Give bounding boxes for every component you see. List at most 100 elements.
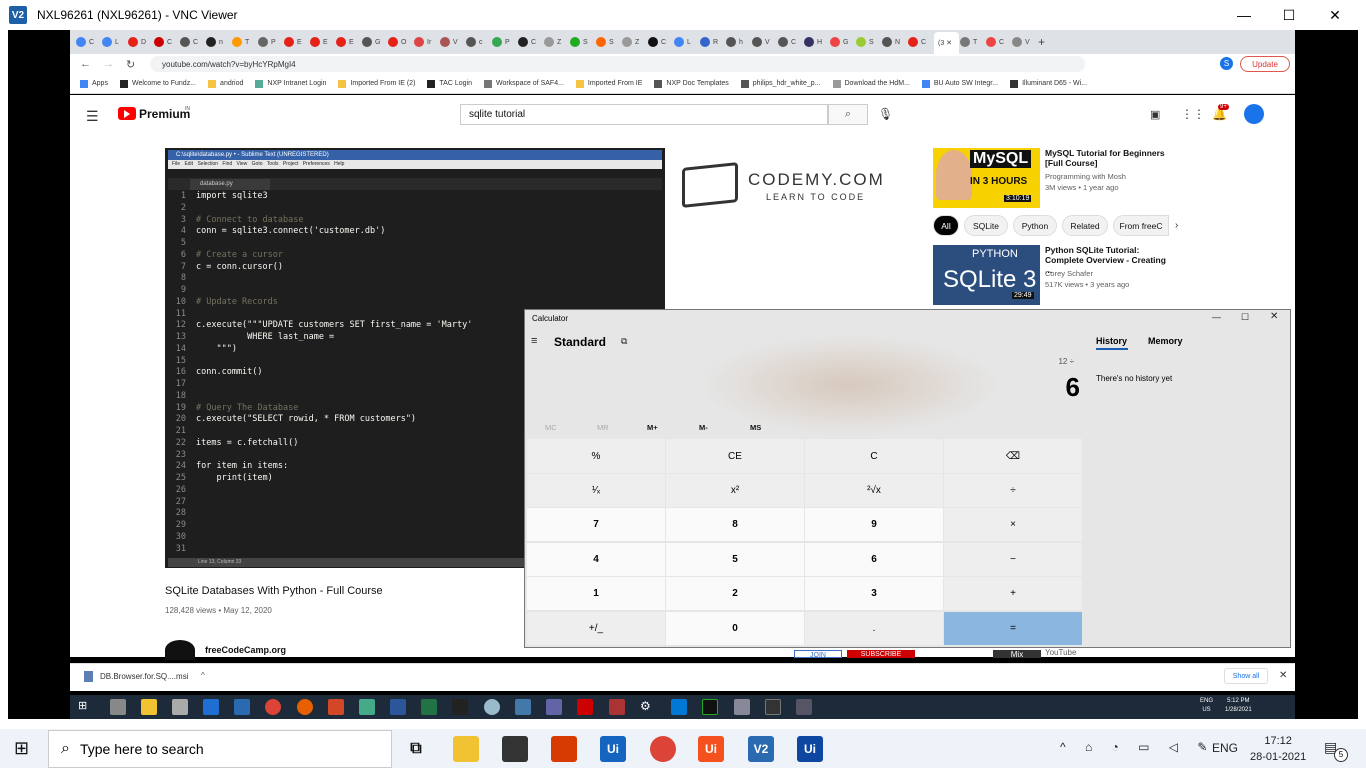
uipath-icon[interactable]: Ui [600, 736, 626, 762]
bookmark-item[interactable]: andriod [208, 79, 243, 88]
calc-key[interactable]: = [944, 612, 1082, 645]
browser-tab[interactable]: V [440, 33, 465, 51]
update-button[interactable]: Update [1240, 56, 1290, 72]
download-filename[interactable]: DB.Browser.for.SQ....msi [100, 672, 188, 681]
host-clock[interactable]: 17:12 28-01-2021 [1250, 733, 1306, 765]
acrobat-icon[interactable] [577, 699, 593, 715]
bookmark-item[interactable]: Imported From IE [575, 79, 642, 88]
browser-tab[interactable]: E [336, 33, 361, 51]
browser-tab[interactable]: G [830, 33, 855, 51]
browser-tab[interactable]: D [128, 33, 153, 51]
calc-key[interactable]: + [944, 577, 1082, 610]
new-tab-button[interactable]: + [1038, 33, 1063, 51]
browser-tab[interactable]: c [466, 33, 491, 51]
history-tab[interactable]: History [1096, 336, 1127, 346]
calc-minimize-button[interactable]: — [1212, 312, 1221, 322]
create-video-icon[interactable]: ▣ [1150, 108, 1160, 121]
browser-tab[interactable]: O [388, 33, 413, 51]
chip-all[interactable]: All [933, 215, 959, 236]
calc-key[interactable]: − [944, 543, 1082, 576]
ms-button[interactable]: MS [750, 423, 761, 432]
search-button[interactable]: ⌕ [828, 104, 868, 125]
bookmark-item[interactable]: Apps [80, 79, 108, 88]
channel-name[interactable]: freeCodeCamp.org [205, 645, 286, 655]
back-icon[interactable]: ← [80, 58, 91, 70]
browser-tab[interactable]: E [310, 33, 335, 51]
mic-icon[interactable]: 🎙 [878, 107, 893, 121]
system-tray[interactable]: ^ ⌂ ◔ ▭ ◁ ✎ [1060, 740, 1215, 754]
browser-tab[interactable]: C [180, 33, 205, 51]
office-icon[interactable] [551, 736, 577, 762]
calc-key[interactable]: . [805, 612, 943, 645]
app-icon[interactable] [515, 699, 531, 715]
teams-icon[interactable] [546, 699, 562, 715]
gear-icon[interactable]: ⚙ [640, 699, 656, 715]
browser-tab[interactable]: N [882, 33, 907, 51]
calc-key[interactable]: 4 [527, 543, 665, 576]
subscribe-button[interactable]: SUBSCRIBE [847, 650, 915, 658]
chip-related[interactable]: Related [1062, 215, 1108, 236]
browser-tab[interactable]: Z [622, 33, 647, 51]
taskbar-search[interactable]: ⌕ Type here to search [48, 730, 392, 768]
m-minus-button[interactable]: M- [699, 423, 708, 432]
browser-tab[interactable]: P [258, 33, 283, 51]
vnc-viewer-icon[interactable]: V2 [748, 736, 774, 762]
vnc-icon[interactable] [234, 699, 250, 715]
bookmark-item[interactable]: philips_hdr_white_p... [740, 79, 821, 88]
account-avatar[interactable] [1244, 104, 1264, 124]
task-view-icon[interactable] [110, 699, 126, 715]
explorer-icon[interactable] [141, 699, 157, 715]
calc-key[interactable]: CE [666, 439, 804, 473]
calc-key[interactable]: % [527, 439, 665, 473]
app-icon[interactable] [765, 699, 781, 715]
browser-tab[interactable]: C [986, 33, 1011, 51]
browser-tab[interactable]: h [726, 33, 751, 51]
browser-tab[interactable]: n [206, 33, 231, 51]
task-view-icon[interactable]: ⧉ [403, 736, 429, 762]
keep-on-top-icon[interactable]: ⧉ [621, 336, 627, 347]
browser-tab[interactable]: S [856, 33, 881, 51]
file-explorer-icon[interactable] [453, 736, 479, 762]
menu-icon[interactable]: ☰ [86, 108, 99, 125]
chrome-icon[interactable] [265, 699, 281, 715]
bookmark-item[interactable]: Workspace of SAF4... [483, 79, 564, 88]
m-plus-button[interactable]: M+ [647, 423, 658, 432]
apps-grid-icon[interactable]: ⋮⋮ [1181, 107, 1205, 121]
calc-key[interactable]: ⌫ [944, 439, 1082, 473]
chevron-up-icon[interactable]: ^ [201, 671, 205, 680]
calc-key[interactable]: 1 [527, 577, 665, 610]
active-browser-tab[interactable]: (3 ✕ [934, 32, 959, 54]
calc-key[interactable]: 7 [527, 508, 665, 541]
bookmark-item[interactable]: Download the HdM... [832, 79, 910, 88]
join-button[interactable]: JOIN [794, 650, 842, 658]
browser-tab[interactable]: L [674, 33, 699, 51]
browser-tab[interactable]: C [518, 33, 543, 51]
browser-tab[interactable]: E [284, 33, 309, 51]
chrome-icon[interactable] [650, 736, 676, 762]
host-lang[interactable]: ENG [1212, 741, 1238, 755]
uipath-studio-icon[interactable]: Ui [797, 736, 823, 762]
bookmark-item[interactable]: NXP Intranet Login [255, 79, 326, 88]
excel-icon[interactable] [421, 699, 437, 715]
edge-icon[interactable] [203, 699, 219, 715]
browser-tab[interactable]: P [492, 33, 517, 51]
calc-key[interactable]: ¹⁄ₓ [527, 474, 665, 507]
terminal-icon[interactable] [452, 699, 468, 715]
browser-tab[interactable]: H [804, 33, 829, 51]
chip-sqlite[interactable]: SQLite [964, 215, 1008, 236]
calc-key[interactable]: 9 [805, 508, 943, 541]
show-all-button[interactable]: Show all [1224, 668, 1268, 684]
app-icon[interactable] [734, 699, 750, 715]
mix-thumbnail[interactable]: Mix [993, 650, 1041, 658]
uipath-assistant-icon[interactable]: Ui [698, 736, 724, 762]
start-icon[interactable]: ⊞ [78, 699, 94, 715]
calc-key[interactable]: × [944, 508, 1082, 541]
browser-tab[interactable]: Z [544, 33, 569, 51]
calc-key[interactable]: 3 [805, 577, 943, 610]
memory-tab[interactable]: Memory [1148, 336, 1183, 346]
calculator-icon[interactable] [796, 699, 812, 715]
forward-icon[interactable]: → [103, 58, 114, 70]
calc-key[interactable]: C [805, 439, 943, 473]
calc-key[interactable]: ²√x [805, 474, 943, 507]
calc-key[interactable]: 5 [666, 543, 804, 576]
